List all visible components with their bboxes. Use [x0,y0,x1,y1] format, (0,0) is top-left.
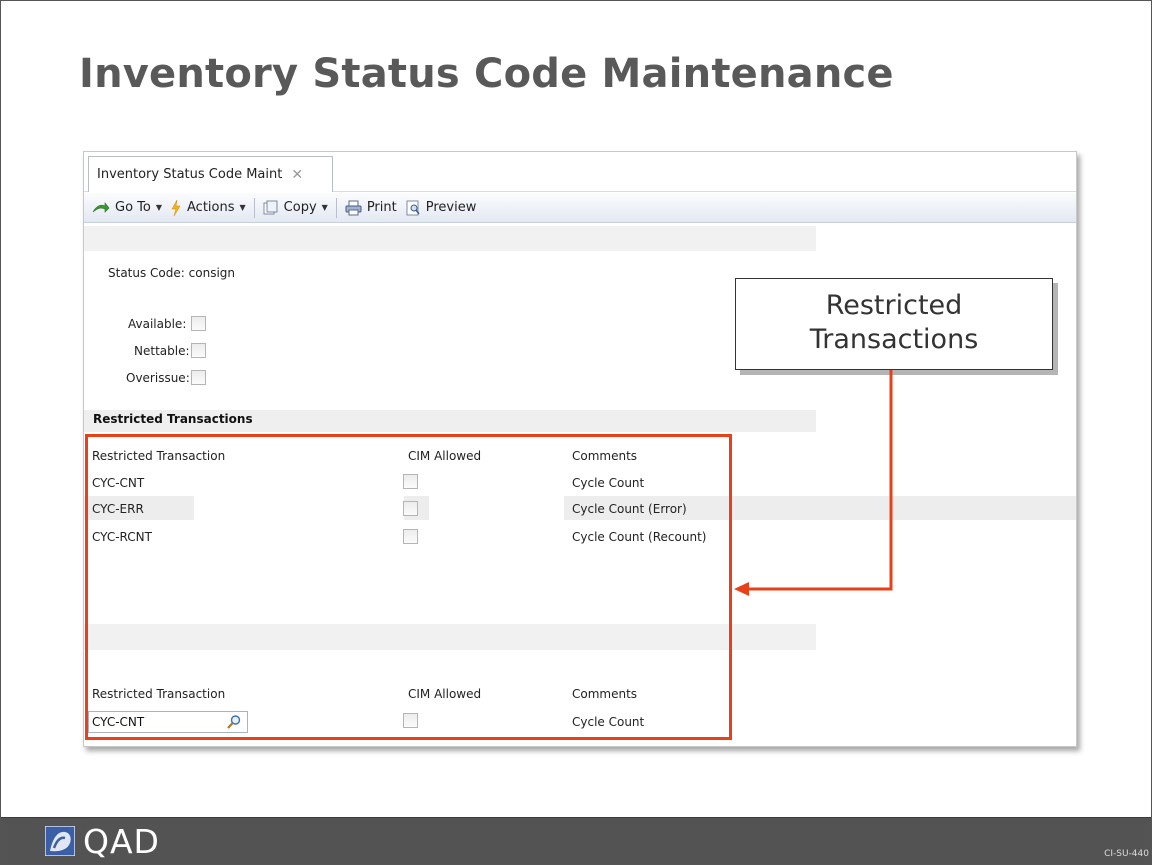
footer-bar: QAD CI-SU-440 [1,817,1151,864]
qad-logo-icon [45,826,75,856]
slide: Inventory Status Code Maintenance Invent… [0,0,1152,865]
slide-code: CI-SU-440 [1104,849,1149,859]
qad-logo-text: QAD [83,822,160,861]
callout-arrow [734,370,893,596]
